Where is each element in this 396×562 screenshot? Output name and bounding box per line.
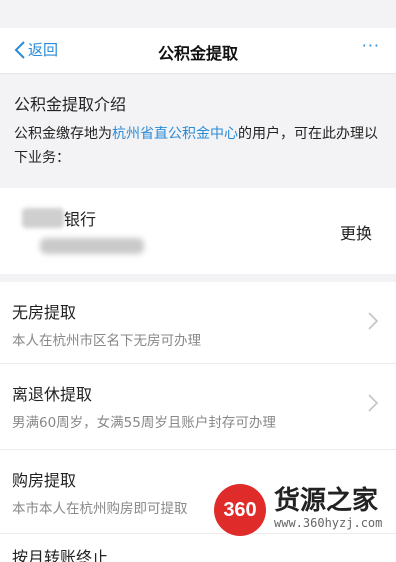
bank-name: 银行 [64,210,97,229]
more-button[interactable]: ··· [362,36,380,55]
page-title: 公积金提取 [157,44,238,63]
list-item-no-house[interactable]: 无房提取 本人在杭州市区名下无房可办理 [0,282,396,364]
bank-account-redacted [40,238,144,254]
bank-card[interactable]: 银行 更换 [0,188,396,274]
item-title: 购房提取 [12,471,77,490]
chevron-right-icon [368,394,378,412]
list-item-retirement[interactable]: 离退休提取 男满60周岁，女满55周岁且账户封存可办理 [0,364,396,450]
watermark-name: 货源之家 [274,486,379,516]
item-desc: 本人在杭州市区名下无房可办理 [12,333,201,349]
intro-section: 公积金提取介绍 公积金缴存地为杭州省直公积金中心的用户，可在此办理以下业务： [0,74,396,182]
center-link[interactable]: 杭州省直公积金中心 [112,126,238,142]
list-item-monthly-transfer[interactable]: 按月转账终止 [0,534,396,562]
item-title: 离退休提取 [12,385,93,404]
intro-text-prefix: 公积金缴存地为 [14,126,112,142]
intro-heading: 公积金提取介绍 [14,95,127,114]
watermark-badge: 360 [214,484,266,536]
watermark-url: www.360hyzj.com [274,516,383,530]
item-desc: 本市本人在杭州购房即可提取 [12,501,188,517]
nav-bar: 返回 公积金提取 ··· [0,28,396,74]
item-title: 按月转账终止 [12,548,109,562]
chevron-right-icon [368,312,378,330]
bank-name-redacted [22,208,64,228]
watermark-logo: 360 货源之家 www.360hyzj.com [214,478,396,538]
change-button[interactable]: 更换 [340,220,372,244]
item-title: 无房提取 [12,303,77,322]
intro-text: 公积金缴存地为杭州省直公积金中心的用户，可在此办理以下业务： [14,122,384,170]
item-desc: 男满60周岁，女满55周岁且账户封存可办理 [12,415,276,431]
